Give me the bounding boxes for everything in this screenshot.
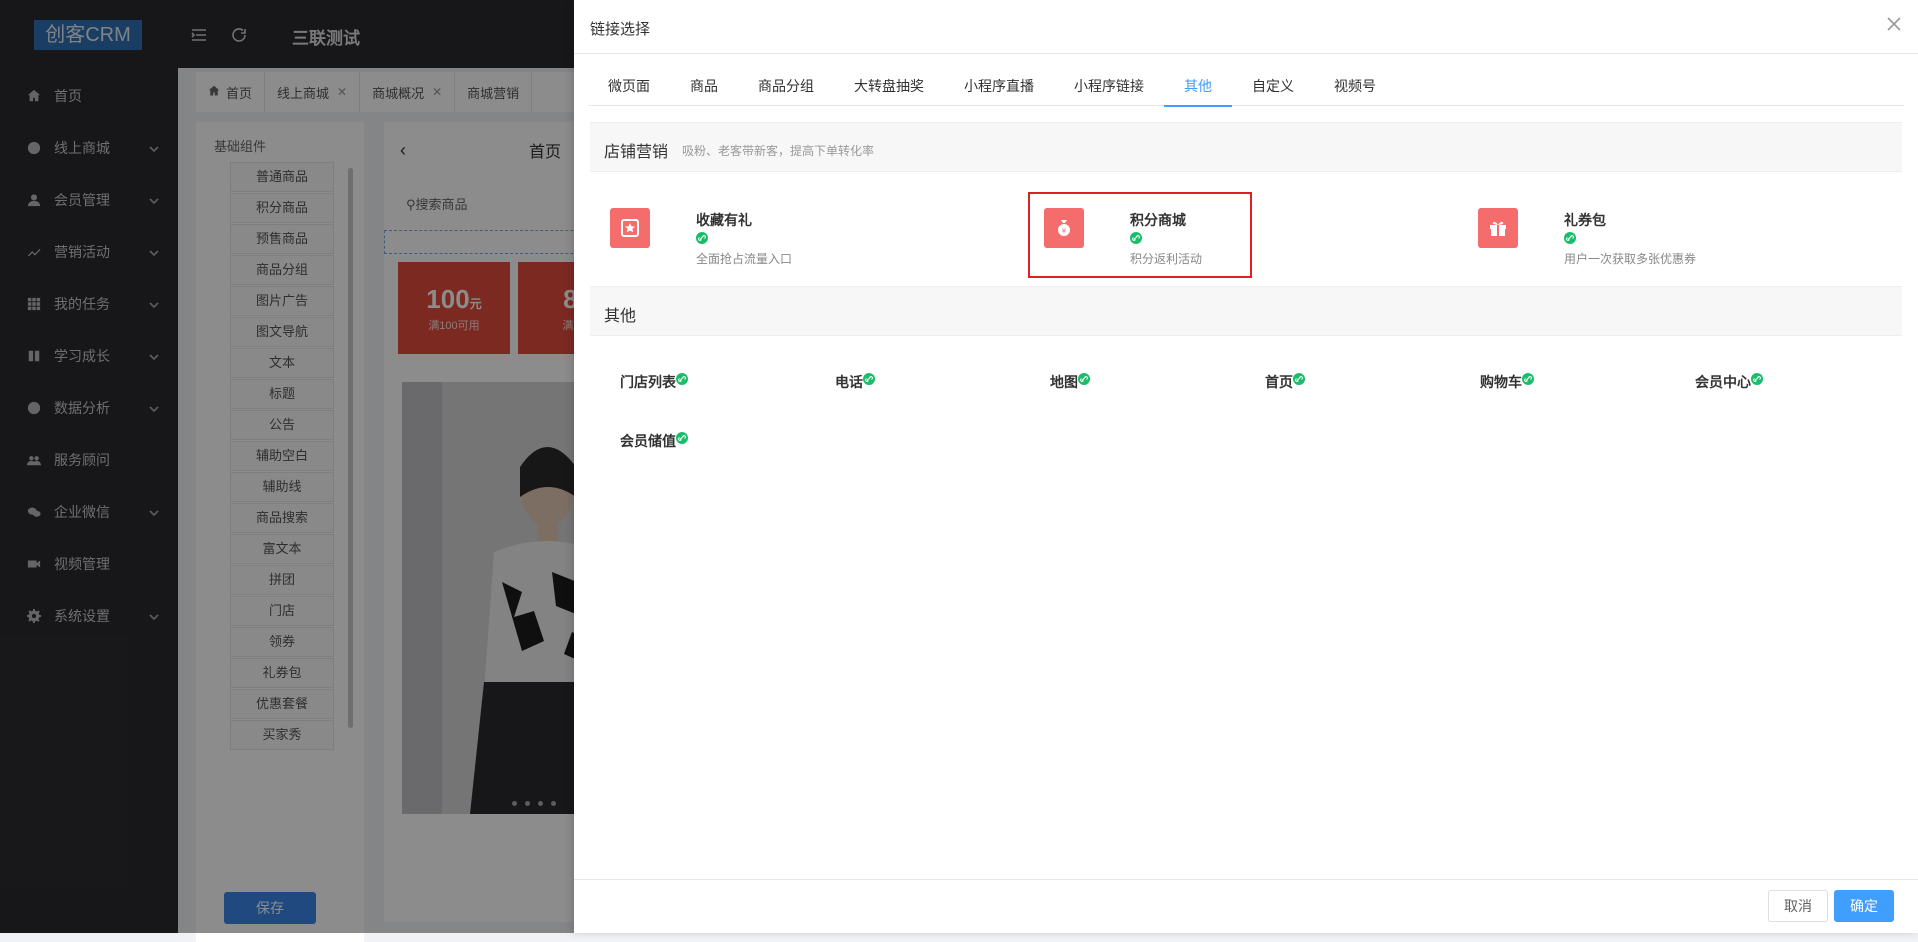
tab-lucky-wheel[interactable]: 大转盘抽奖 bbox=[834, 66, 944, 106]
link-icon bbox=[1522, 372, 1534, 385]
tab-product-group[interactable]: 商品分组 bbox=[738, 66, 834, 106]
other-link-item[interactable]: 购物车 bbox=[1480, 372, 1534, 392]
cancel-button[interactable]: 取消 bbox=[1768, 890, 1828, 922]
other-link-item[interactable]: 地图 bbox=[1050, 372, 1090, 392]
tab-mini-link[interactable]: 小程序链接 bbox=[1054, 66, 1164, 106]
other-link-item[interactable]: 电话 bbox=[835, 372, 875, 392]
other-link-label: 首页 bbox=[1265, 374, 1293, 390]
close-icon[interactable] bbox=[1886, 16, 1902, 32]
section-title: 其他 bbox=[604, 308, 637, 325]
other-link-label: 会员中心 bbox=[1695, 374, 1751, 390]
card-desc: 全面抢占流量入口 bbox=[696, 252, 793, 266]
link-icon bbox=[696, 231, 708, 244]
link-icon bbox=[1293, 372, 1305, 385]
other-link-label: 地图 bbox=[1050, 374, 1078, 390]
section-store-marketing: 店铺营销 吸粉、老客带新客，提高下单转化率 bbox=[590, 122, 1902, 172]
other-link-item[interactable]: 门店列表 bbox=[620, 372, 688, 392]
divider bbox=[574, 879, 1918, 880]
highlight-box bbox=[1028, 192, 1252, 278]
other-link-item[interactable]: 会员中心 bbox=[1695, 372, 1763, 392]
tab-micro-page[interactable]: 微页面 bbox=[588, 66, 670, 106]
section-other: 其他 bbox=[590, 286, 1902, 336]
link-icon bbox=[676, 372, 688, 385]
tab-product[interactable]: 商品 bbox=[670, 66, 738, 106]
link-type-tabs: 微页面 商品 商品分组 大转盘抽奖 小程序直播 小程序链接 其他 自定义 视频号 bbox=[588, 66, 1904, 107]
tab-video-channel[interactable]: 视频号 bbox=[1314, 66, 1396, 106]
card-name: 收藏有礼 bbox=[696, 212, 752, 228]
tab-other[interactable]: 其他 bbox=[1164, 66, 1232, 107]
link-card-collect-gift[interactable]: 收藏有礼 全面抢占流量入口 bbox=[590, 198, 890, 278]
section-subtitle: 吸粉、老客带新客，提高下单转化率 bbox=[682, 144, 875, 158]
link-card-gift-pack[interactable]: 礼券包 用户一次获取多张优惠券 bbox=[1458, 198, 1758, 278]
link-icon bbox=[1564, 231, 1576, 244]
other-link-label: 门店列表 bbox=[620, 374, 676, 390]
link-icon bbox=[676, 431, 688, 444]
dialog-title: 链接选择 bbox=[590, 21, 651, 38]
confirm-button[interactable]: 确定 bbox=[1834, 890, 1894, 922]
gift-icon bbox=[1478, 208, 1518, 248]
tab-mini-live[interactable]: 小程序直播 bbox=[944, 66, 1054, 106]
link-icon bbox=[1078, 372, 1090, 385]
other-link-item[interactable]: 会员储值 bbox=[620, 431, 688, 451]
other-link-label: 电话 bbox=[835, 374, 863, 390]
modal-mask[interactable] bbox=[0, 0, 578, 933]
divider bbox=[574, 53, 1918, 54]
link-icon bbox=[1751, 372, 1763, 385]
card-desc: 用户一次获取多张优惠券 bbox=[1564, 252, 1697, 266]
section-title: 店铺营销 bbox=[604, 144, 669, 161]
other-link-label: 购物车 bbox=[1480, 374, 1522, 390]
star-badge-icon bbox=[610, 208, 650, 248]
other-link-label: 会员储值 bbox=[620, 433, 676, 449]
link-icon bbox=[863, 372, 875, 385]
link-select-dialog: 链接选择 微页面 商品 商品分组 大转盘抽奖 小程序直播 小程序链接 其他 自定… bbox=[574, 0, 1918, 933]
card-name: 礼券包 bbox=[1564, 212, 1606, 228]
tab-custom[interactable]: 自定义 bbox=[1232, 66, 1314, 106]
other-link-item[interactable]: 首页 bbox=[1265, 372, 1305, 392]
